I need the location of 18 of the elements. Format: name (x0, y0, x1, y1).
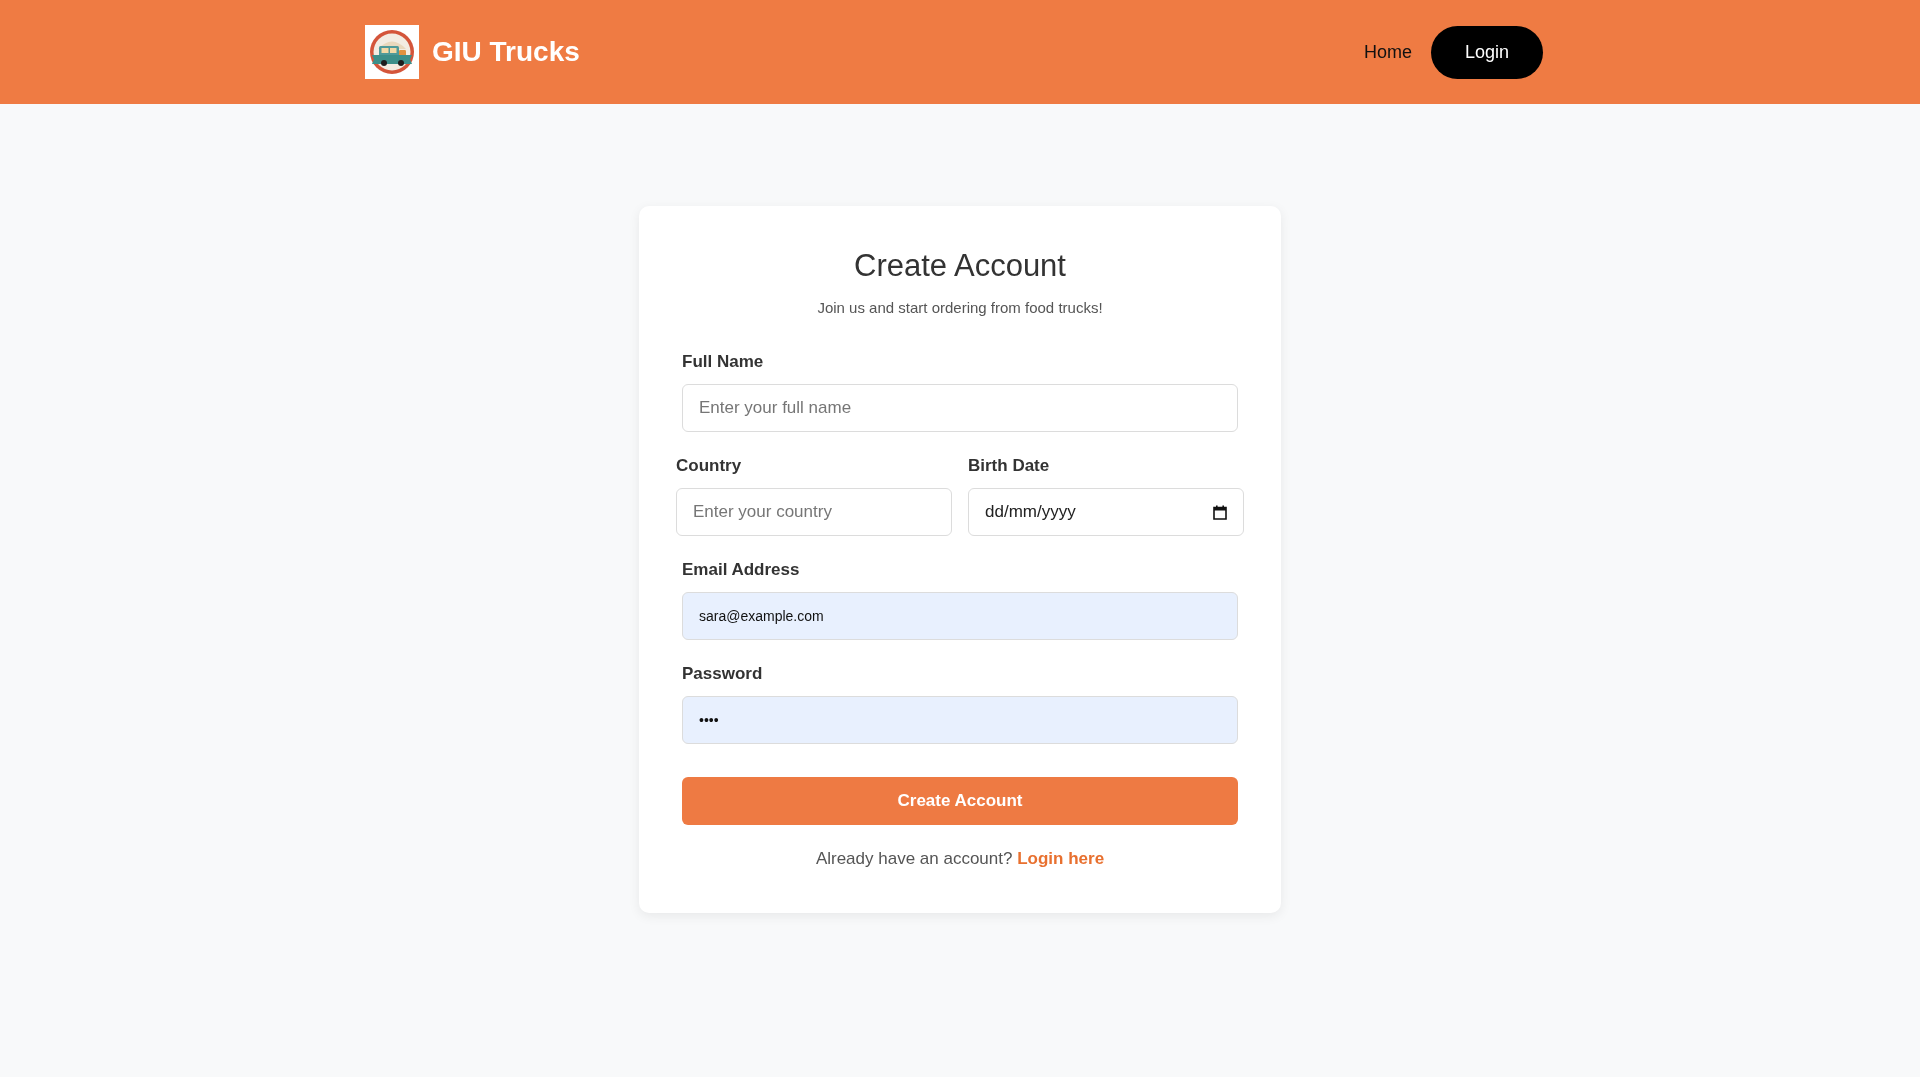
field-label: Password (682, 664, 763, 684)
email-field[interactable]: sara@example.com (682, 592, 1238, 640)
login-prompt: Already have an account? Login here (814, 848, 1106, 870)
field-label: Full Name (682, 352, 764, 372)
form-subtitle: Join us and start ordering from food trucks! (816, 298, 1104, 318)
nav-button[interactable]: Login (1431, 25, 1543, 79)
input-field[interactable]: Enter your country (676, 488, 952, 536)
calendar-icon[interactable] (1213, 505, 1227, 520)
form-title: Create Account (853, 247, 1067, 285)
password-field[interactable]: •••• (682, 696, 1238, 744)
date-field[interactable]: dd/mm/yyyy (968, 488, 1244, 536)
field-label: Email Address (682, 560, 800, 580)
field-label: Country (676, 456, 742, 476)
brand-name: GIU Trucks (432, 35, 580, 69)
nav-link[interactable]: Home (1364, 41, 1412, 63)
truck-badge-icon (365, 25, 419, 79)
field-label: Birth Date (968, 456, 1050, 476)
input-field[interactable]: Enter your full name (682, 384, 1238, 432)
